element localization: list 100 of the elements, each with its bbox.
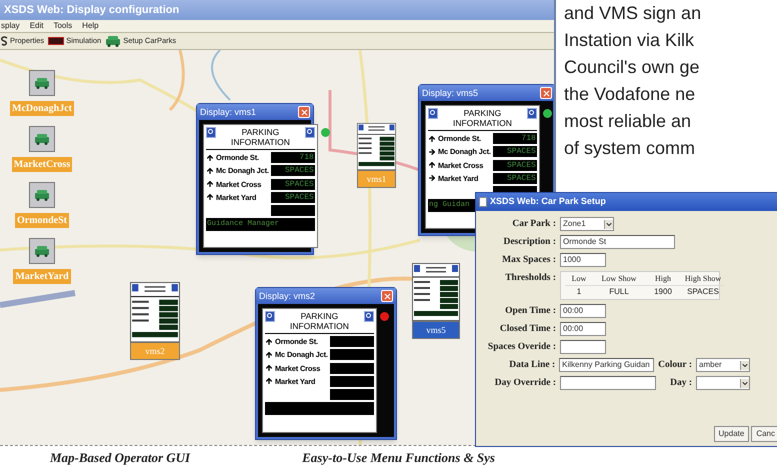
car-park-icon[interactable] [29,238,55,264]
table-cell: 1900 [645,285,681,298]
article-text-line: Council's own ge [564,56,701,79]
field-label: Data Line : [508,359,556,372]
field-label: Spaces Overide : [486,341,556,354]
mini-sign-drawing [412,263,460,321]
window-title: Display: vms2 [259,292,316,300]
close-button[interactable] [298,106,310,118]
menu-item[interactable]: splay [1,22,20,30]
menu-item[interactable]: Edit [30,22,44,30]
led-value-blank [330,376,374,387]
arrow-up-icon [265,338,273,346]
arrow-up-icon [428,161,436,170]
window-title: Display: vms1 [200,108,256,116]
select-field[interactable] [696,376,750,390]
arrow-up-icon [206,154,214,162]
field-label: Description : [502,236,556,249]
article-text-line: of system comm [564,137,696,160]
caption: Map-Based Operator GUI [50,448,190,467]
arrow-up-icon [206,180,214,188]
column-header: High [654,273,672,285]
column-header: Low [570,273,588,285]
mini-sign-drawing [130,282,180,342]
dialog-button[interactable]: Canc [751,426,777,442]
arrow-right-icon [428,148,436,156]
table-cell: SPACES [681,285,725,298]
led-value: 718 [270,152,315,164]
arrow-up-icon [265,350,273,359]
text-field[interactable]: 1000 [560,253,606,267]
car-icon [34,133,50,145]
field-label: Max Spaces : [501,254,556,267]
led-value-blank [330,336,374,348]
arrow-up-icon [206,166,214,175]
car-park-icon[interactable] [29,126,55,152]
arrow-up-icon [265,377,273,386]
text-field[interactable]: Ormonde St [560,235,675,249]
field-label: Car Park : [511,218,556,231]
car-park-icon[interactable] [29,182,55,208]
column-header: High Show [684,273,722,285]
table-cell: FULL [593,285,645,298]
dropdown-caret-icon [604,220,613,228]
text-field[interactable]: 00:00 [560,322,606,336]
select-field[interactable]: Zone1 [560,217,614,231]
field-label: Colour : [658,359,692,372]
sign-heading: INFORMATION [452,118,512,128]
select-field[interactable]: amber [696,358,750,372]
car-park-icon[interactable] [29,70,55,96]
sign-heading: PARKING [242,127,280,137]
window-icon [479,197,487,207]
arrow-up-icon [428,134,436,143]
field-label: Thresholds : [504,272,556,285]
sign-label[interactable]: vms5 [412,321,460,339]
text-field[interactable] [560,340,606,354]
field-label: Day : [670,377,692,390]
led-value: 718 [492,133,537,144]
menu-item[interactable]: Tools [53,22,72,30]
close-button[interactable] [540,87,552,99]
text-field[interactable] [560,376,656,390]
caption: Easy-to-Use Menu Functions & Sys [302,448,495,467]
car-icon [34,189,50,201]
led-value: SPACES [492,172,537,184]
arrow-right-icon [428,174,436,182]
mini-sign-drawing [357,123,396,170]
sign-heading: INFORMATION [290,321,349,331]
arrow-up-icon [265,364,273,372]
close-button[interactable] [381,290,393,302]
close-icon [382,292,392,300]
led-value-blank [330,362,374,374]
arrow-up-icon [206,193,214,202]
dialog-button[interactable]: Update [714,426,750,442]
field-label: Day Override : [494,377,556,390]
dropdown-caret-icon [740,378,749,388]
article-text-line: and VMS sign an [564,2,702,25]
car-icon [105,35,122,47]
led-value-blank [330,349,374,360]
article-text-line: most reliable an [564,110,692,133]
led-value: SPACES [270,165,315,176]
led-value: SPACES [270,178,315,190]
article-text-line: Instation via Kilk [564,29,696,52]
led-value: SPACES [492,146,537,158]
led-value: SPACES [270,192,315,203]
led-value-blank [330,389,374,400]
dropdown-caret-icon [740,360,749,370]
text-field[interactable]: 00:00 [560,304,606,318]
close-icon [542,88,550,98]
car-icon [34,77,50,89]
menu-item[interactable]: Help [82,22,99,30]
car-icon [34,245,50,257]
article-text-line: the Vodafone ne [564,83,696,106]
led-value-blank [270,205,315,216]
text-field[interactable]: Kilkenny Parking Guidan [559,358,654,372]
window-title: XSDS Web: Display configuration [4,2,180,18]
table-cell: 1 [565,285,593,298]
field-label: Open Time : [504,305,556,318]
column-header: Low Show [600,273,638,285]
sign-heading: PARKING [464,108,502,118]
window-title: Display: vms5 [422,88,478,98]
close-icon [300,108,308,116]
led-value: SPACES [492,160,537,171]
field-label: Closed Time : [498,323,556,336]
